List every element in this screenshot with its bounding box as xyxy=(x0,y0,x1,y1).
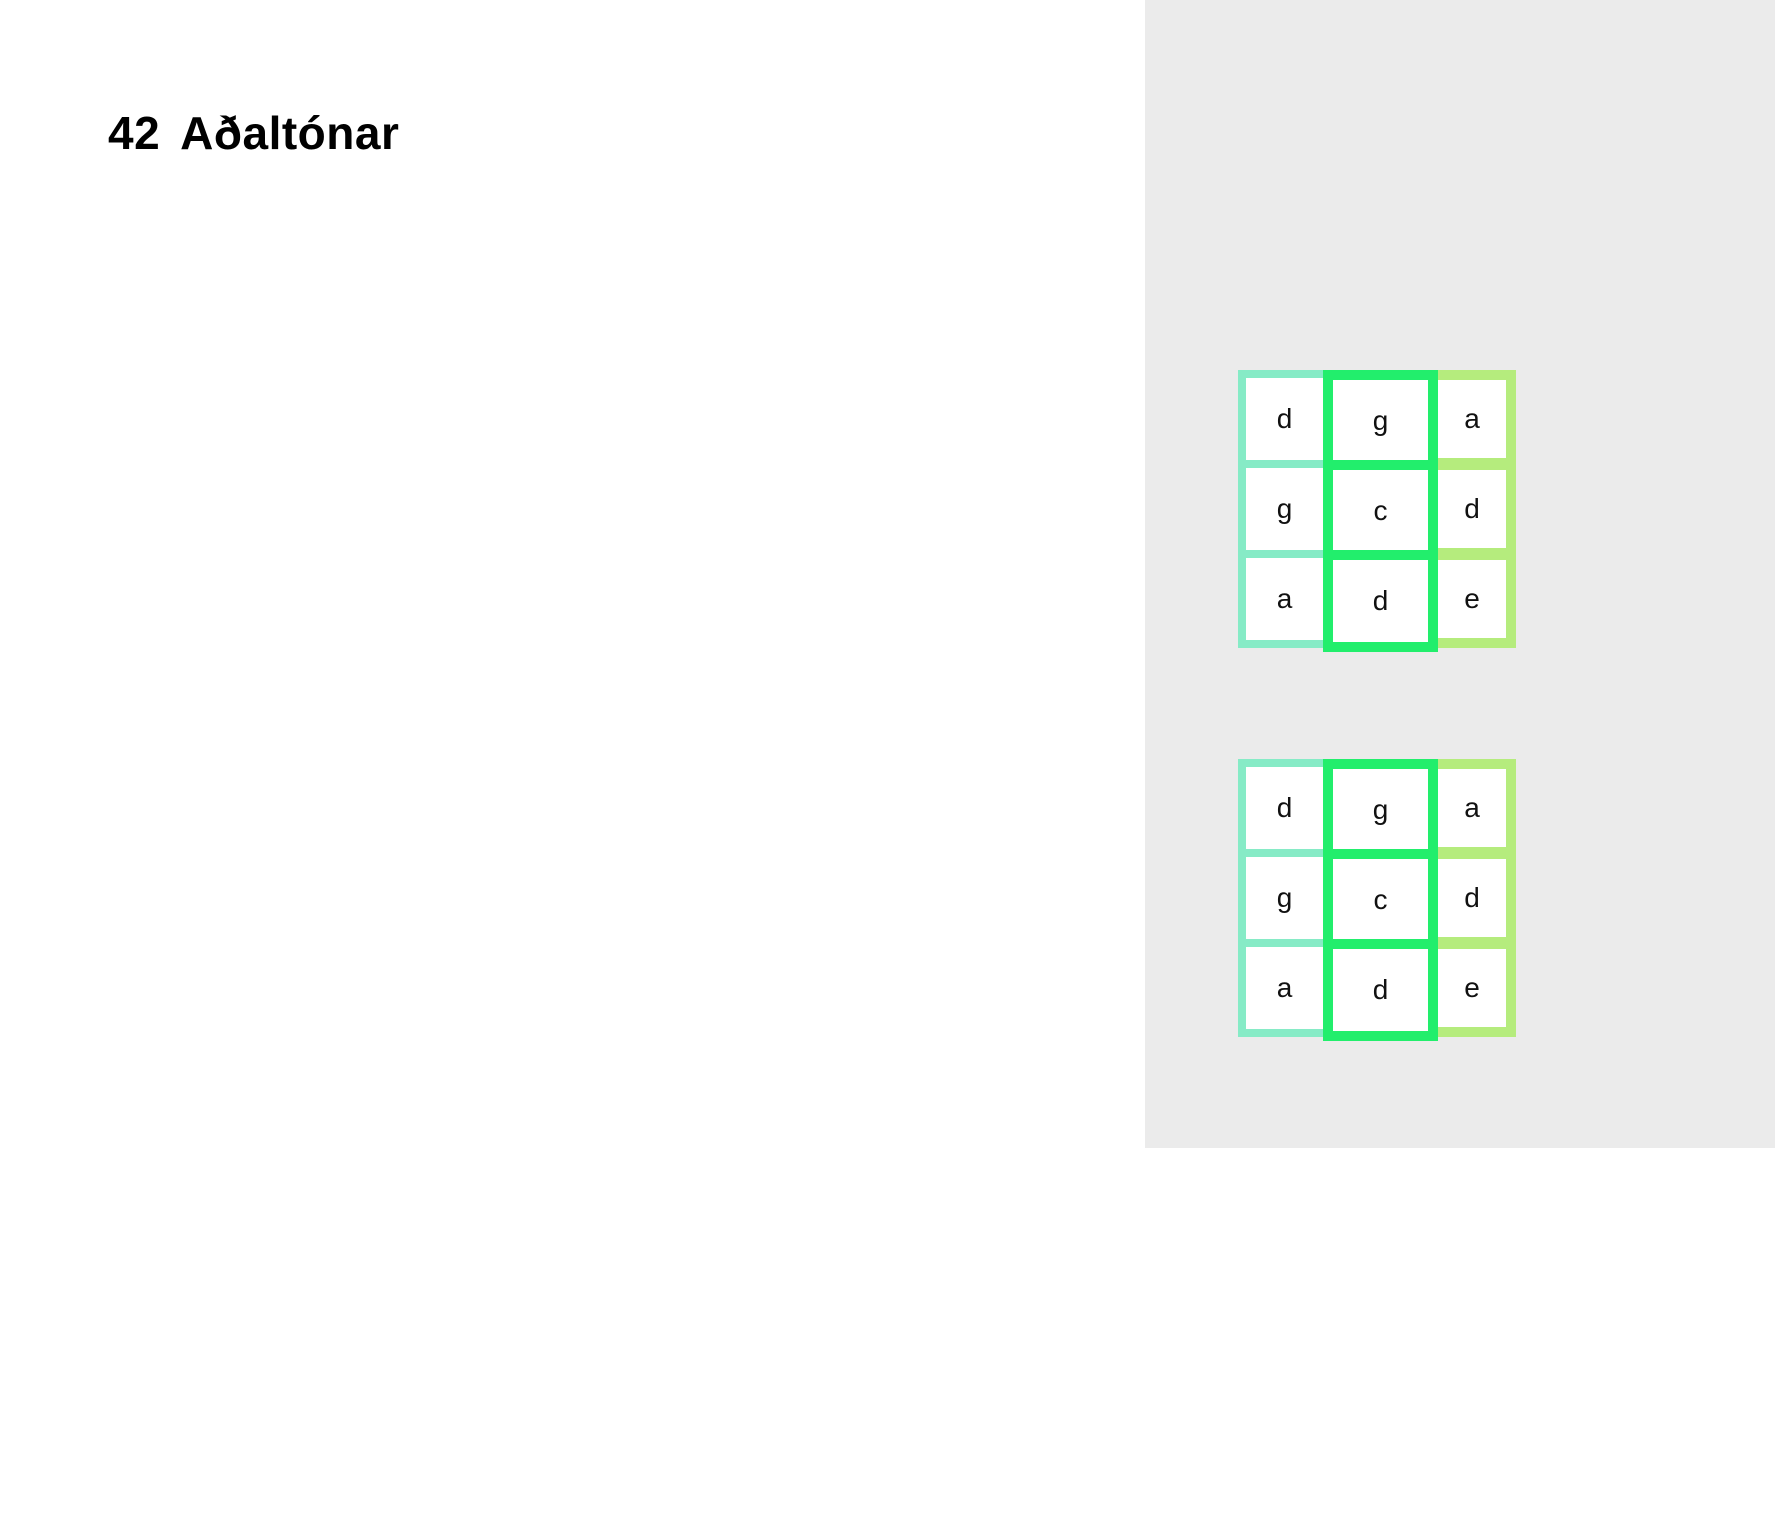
grid-cell: c xyxy=(1323,460,1438,562)
grid-cell: d xyxy=(1323,550,1438,652)
grid-cell: g xyxy=(1238,849,1331,947)
letter-grid-2: d g a g c d a d e xyxy=(1238,759,1516,1041)
grid-cell: g xyxy=(1238,460,1331,558)
letter-grid-1: d g a g c d a d e xyxy=(1238,370,1516,652)
title-text: Aðaltónar xyxy=(180,107,400,159)
grid-cell: a xyxy=(1238,550,1331,648)
grid-cell: g xyxy=(1323,370,1438,472)
grid-cell: a xyxy=(1428,370,1516,468)
grid-cell: g xyxy=(1323,759,1438,861)
grid-cell: a xyxy=(1238,939,1331,1037)
page-number: 42 xyxy=(108,107,161,159)
grid-cell: e xyxy=(1428,939,1516,1037)
grid-cell: e xyxy=(1428,550,1516,648)
grid-cell: d xyxy=(1428,460,1516,558)
grid-cell: d xyxy=(1238,370,1331,468)
grid-cell: a xyxy=(1428,759,1516,857)
grid-cell: c xyxy=(1323,849,1438,951)
grid-cell: d xyxy=(1323,939,1438,1041)
grid-cell: d xyxy=(1428,849,1516,947)
grid-cell: d xyxy=(1238,759,1331,857)
page-title: 42 Aðaltónar xyxy=(108,110,399,156)
